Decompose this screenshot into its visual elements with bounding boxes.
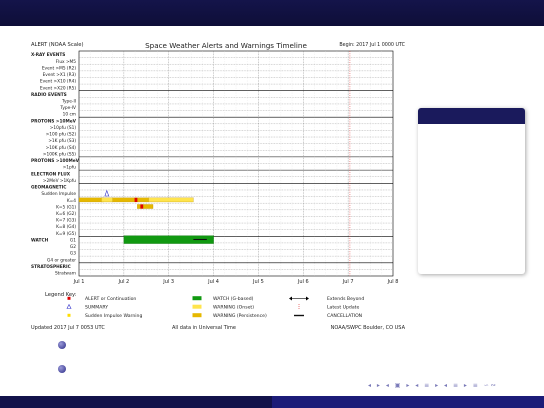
row-label: Type-IV [59, 105, 76, 111]
row-label: STRATOSPHERIC [31, 264, 71, 270]
legend-label: WARNING (Persistence) [213, 313, 267, 319]
x-tick-label: Jul 4 [207, 279, 219, 285]
legend-label: CANCELLATION [327, 313, 362, 319]
legend-label: ALERT or Continuation [85, 296, 136, 302]
footer-updated: Updated 2017 Jul 7 0053 UTC [31, 325, 105, 331]
legend-label: WARNING (Onset) [213, 305, 254, 311]
legend-label: WATCH (G-based) [213, 296, 254, 302]
row-label: GEOMAGNETIC [31, 185, 66, 191]
legend-label: SUMMARY [85, 305, 108, 311]
x-tick-label: Jul 6 [297, 279, 309, 285]
row-label: Event >X10 (R4) [40, 79, 76, 85]
row-label: G2 [70, 244, 76, 250]
x-tick-label: Jul 5 [252, 279, 264, 285]
slide-nav-icons[interactable]: ◂ ▸ ◂ ▣ ▸ ◂ ≡ ▸ ◂ ≡ ▸ ≡ ∽∾ [368, 382, 498, 389]
bullet-icon-1 [58, 341, 66, 349]
row-label: G3 [70, 251, 76, 257]
chart-title: Space Weather Alerts and Warnings Timeli… [145, 41, 307, 50]
legend-watch-swatch [192, 296, 202, 301]
legend: Legend Key: ALERT or Continuation SUMMARY… [45, 292, 364, 319]
legend-label: Sudden Impulse Warning [85, 313, 142, 319]
row-label: K=4 [67, 198, 76, 204]
row-label: PROTONS >100MeV [31, 158, 80, 164]
legend-sudden-swatch [67, 313, 71, 317]
row-label: K=5 (G1) [56, 204, 76, 210]
row-label: Event >X20 (R5) [40, 85, 76, 91]
legend-cancel-swatch [294, 314, 304, 317]
legend-warning-onset-swatch [192, 304, 202, 309]
row-labels: X-RAY EVENTSFlux >M5Event >M5 (R2)Event … [31, 52, 80, 276]
slide-title-bar [0, 0, 544, 26]
row-label: G1 [70, 237, 76, 243]
row-label: K=9 (G5) [56, 231, 76, 237]
x-tick-label: Jul 1 [73, 279, 85, 285]
x-tick-label: Jul 2 [117, 279, 129, 285]
warning-persist-bar [137, 204, 154, 209]
row-label: X-RAY EVENTS [31, 52, 65, 58]
warning-persist-bar [78, 197, 104, 203]
row-label: WATCH [31, 237, 49, 243]
footer-bar-right [272, 396, 544, 408]
row-label: >10pfu (S1) [50, 125, 77, 131]
x-tick-label: Jul 7 [342, 279, 354, 285]
row-label: >10K pfu (S4) [46, 145, 77, 151]
footer-credit: NOAA/SWPC Boulder, CO USA [331, 325, 406, 331]
row-label: K=7 (G3) [56, 218, 76, 224]
row-label: G4 or greater [47, 257, 76, 263]
row-label: Stratwarn [55, 271, 76, 277]
row-label: K=8 (G4) [56, 224, 76, 230]
legend-label: Extends Beyond [327, 296, 364, 302]
legend-label: Latest Update [327, 305, 359, 311]
row-label: 10 cm [63, 112, 76, 118]
row-label: Event >X1 (R3) [43, 72, 77, 78]
x-tick-label: Jul 8 [387, 279, 399, 285]
side-block [418, 108, 525, 274]
legend-title: Legend Key: [45, 292, 77, 298]
x-tick-labels: Jul 1 Jul 2 Jul 3 Jul 4 Jul 5 Jul 6 Jul 7 Jul 8 [73, 279, 399, 285]
chart-begin-label: Begin: 2017 Jul 1 0000 UTC [339, 42, 405, 48]
side-block-header [418, 108, 525, 124]
row-label: ELECTRON FLUX [31, 171, 71, 177]
row-label: K=6 (G2) [56, 211, 76, 217]
row-label: Type-II [61, 98, 76, 104]
warning-onset-bar [148, 197, 194, 203]
legend-alert-swatch [67, 296, 71, 300]
warning-persist-bar [112, 197, 149, 203]
alert-marker [134, 197, 138, 203]
row-label: >2MeV >1Kpfu [43, 178, 76, 184]
legend-summary-swatch [66, 303, 72, 309]
legend-warning-persist-swatch [192, 313, 202, 318]
row-label: PROTONS >10MeV [31, 118, 77, 124]
row-label: Event >M5 (R2) [42, 65, 76, 71]
row-label: Sudden Impulse [41, 191, 76, 197]
row-label: >1pfu [63, 165, 77, 171]
warning-onset-bar [101, 197, 113, 203]
row-label: >100 pfu (S2) [46, 132, 77, 138]
alerts-timeline-chart: ALERT (NOAA Scale) Space Weather Alerts … [31, 41, 406, 331]
row-label: RADIO EVENTS [31, 92, 67, 98]
bullet-icon-2 [58, 365, 66, 373]
footer-ut-note: All data in Universal Time [172, 325, 236, 331]
chart-corner-label: ALERT (NOAA Scale) [31, 42, 84, 48]
alert-marker [140, 204, 144, 209]
row-label: >1K pfu (S3) [48, 138, 76, 144]
row-label: >100K pfu (S5) [43, 151, 76, 157]
cancellation-mark [193, 238, 207, 241]
row-label: Flux >M5 [56, 59, 77, 65]
footer-bar [0, 396, 544, 408]
x-tick-label: Jul 3 [162, 279, 174, 285]
